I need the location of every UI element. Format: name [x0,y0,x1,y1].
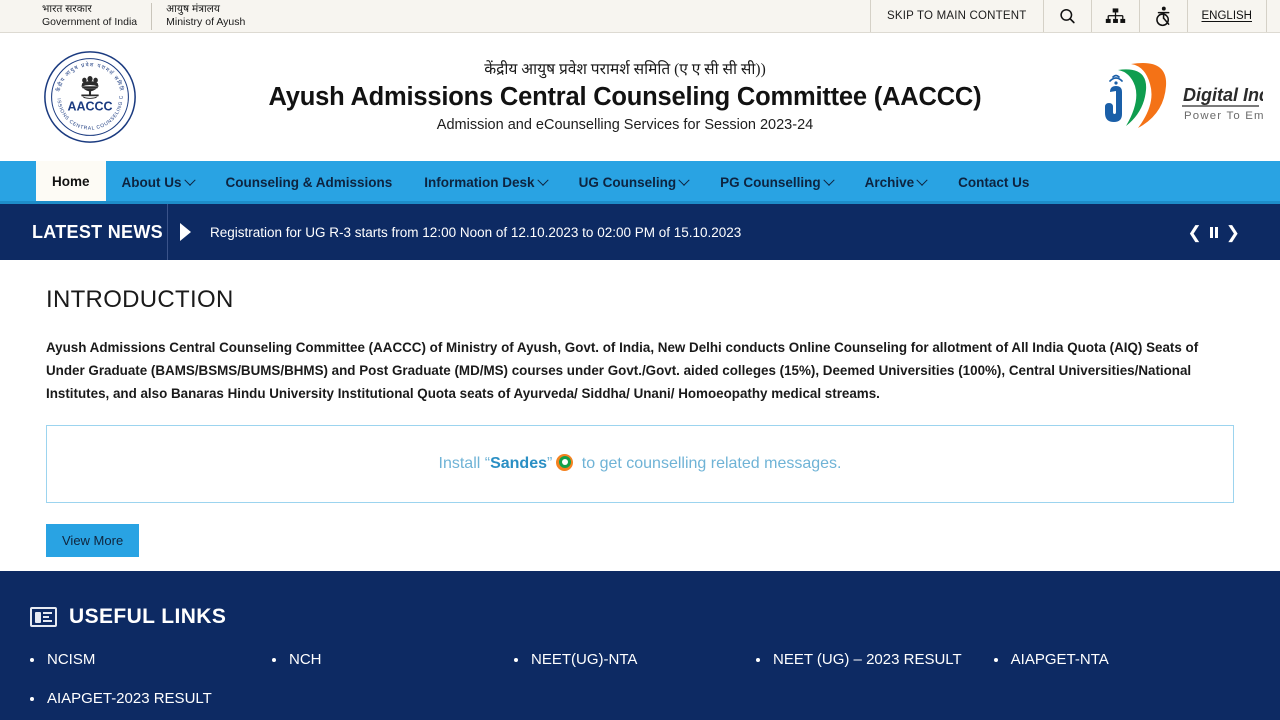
nav-item-information-desk[interactable]: Information Desk [408,164,562,201]
bullet-icon [756,657,760,662]
latest-news-text[interactable]: Registration for UG R-3 starts from 12:0… [202,225,1186,240]
bullet-icon [993,657,998,662]
search-icon [1059,8,1075,23]
nav-item-home[interactable]: Home [36,161,106,201]
sandes-app-icon[interactable] [556,453,574,471]
sandes-prefix: Install “ [438,454,491,472]
digital-india-tagline: Power To Empower [1184,110,1263,122]
footer-link-aiapget-2023-result[interactable]: AIAPGET-2023 RESULT [30,690,212,707]
accessibility-button[interactable] [1138,0,1187,32]
nav-item-information-desk-label: Information Desk [424,175,535,190]
news-arrow-icon [168,223,202,241]
aaccc-logo-text: AACCC [67,99,112,113]
topbar-actions: SKIP TO MAIN CONTENT ENGLISH [870,0,1280,32]
gov-branding-ministry: आयुष मंत्रालय Ministry of Ayush [152,3,259,30]
gov-india-hindi: भारत सरकार [42,2,92,15]
sitemap-button[interactable] [1090,0,1139,32]
nav-item-about-us-label: About Us [121,175,182,190]
skip-to-main-content-label: SKIP TO MAIN CONTENT [887,10,1027,22]
masthead-titles: केंद्रीय आयुष प्रवेश परामर्श समिति (ए ए … [180,57,1070,137]
accessibility-icon [1156,6,1170,26]
sandes-app-name: Sandes [490,454,547,472]
chevron-down-icon [822,174,835,186]
nav-item-home-label: Home [52,173,90,189]
footer-link-aiapget-2023-result-label: AIAPGET-2023 RESULT [47,690,212,707]
footer-link-neet-ug-2023-result[interactable]: NEET (UG) – 2023 RESULT [756,651,962,668]
page-title: Ayush Admissions Central Counseling Comm… [268,82,982,111]
footer-links-row-1: NCISM NCH NEET(UG)-NTA NEET (UG) – 2023 … [30,651,1250,668]
bullet-icon [30,696,34,701]
nav-item-pg-counselling-label: PG Counselling [720,175,821,190]
chevron-down-icon [536,174,549,186]
nav-item-archive[interactable]: Archive [849,164,943,201]
topbar-end-divider [1266,0,1280,32]
bullet-icon [272,657,276,662]
news-next-button[interactable]: ❯ [1224,224,1242,241]
view-more-button[interactable]: View More [46,524,140,558]
footer-useful-links: USEFUL LINKS NCISM NCH NEET(UG)-NTA NEET… [0,571,1280,720]
masthead-subtitle: Admission and eCounselling Services for … [436,117,814,134]
nav-item-ug-counseling-label: UG Counseling [578,175,677,190]
gov-india-english: Government of India [42,16,138,28]
introduction-paragraph: Ayush Admissions Central Counseling Comm… [46,340,1199,402]
search-button[interactable] [1042,0,1091,32]
sandes-promo-text: Install “Sandes” to get counselling rela… [438,450,842,478]
nav-item-contact-us-label: Contact Us [958,175,1030,190]
bullet-icon [514,657,518,662]
footer-link-aiapget-nta[interactable]: AIAPGET-NTA [993,651,1109,668]
main-navigation: Home About Us Counseling & Admissions In… [0,161,1280,204]
footer-links-row-2: AIAPGET-2023 RESULT [30,690,1250,707]
nav-item-ug-counseling[interactable]: UG Counseling [563,164,705,201]
news-pause-button[interactable] [1208,226,1220,238]
sandes-rest-text: to get counselling related messages. [577,454,842,472]
aaccc-logo: केंद्रीय आयुष प्रवेश परामर्श समिति AYUSH… [42,49,136,143]
footer-link-ncism-label: NCISM [47,651,96,668]
news-ticker-controls: ❮ ❯ [1186,224,1280,241]
footer-link-neet-ug-nta[interactable]: NEET(UG)-NTA [514,651,756,668]
footer-title: USEFUL LINKS [69,605,227,628]
digital-india-logo-container[interactable]: Digital India Power To Empower [1070,56,1280,138]
sandes-promo-box: Install “Sandes” to get counselling rela… [46,425,1234,504]
footer-link-neet-ug-2023-result-label: NEET (UG) – 2023 RESULT [773,651,962,668]
site-masthead: केंद्रीय आयुष प्रवेश परामर्श समिति AYUSH… [0,33,1280,161]
news-prev-button[interactable]: ❮ [1186,224,1204,241]
nav-item-about-us[interactable]: About Us [106,164,210,201]
gov-ministry-hindi: आयुष मंत्रालय [166,2,220,15]
footer-link-neet-ug-nta-label: NEET(UG)-NTA [531,651,638,668]
latest-news-label: LATEST NEWS [0,204,168,260]
footer-link-aiapget-nta-label: AIAPGET-NTA [1010,651,1109,668]
aaccc-logo-container[interactable]: केंद्रीय आयुष प्रवेश परामर्श समिति AYUSH… [0,49,180,145]
language-label: ENGLISH [1201,10,1253,22]
id-card-icon [30,607,57,627]
masthead-hindi-title: केंद्रीय आयुष प्रवेश परामर्श समिति (ए ए … [484,60,766,78]
nav-item-contact-us[interactable]: Contact Us [942,164,1045,201]
chevron-down-icon [678,174,690,186]
footer-heading: USEFUL LINKS [30,605,1250,629]
nav-item-archive-label: Archive [864,175,915,190]
section-title-introduction: INTRODUCTION [46,286,234,313]
footer-link-ncism[interactable]: NCISM [30,651,272,668]
chevron-down-icon [916,174,928,186]
nav-item-counseling-admissions-label: Counseling & Admissions [225,175,393,190]
bullet-icon [30,657,34,662]
svg-text:AYUSH ADMISSIONS CENTRAL COUNS: AYUSH ADMISSIONS CENTRAL COUNSELING COMM… [42,49,125,132]
digital-india-logo: Digital India Power To Empower [1104,62,1263,128]
chevron-down-icon [183,174,196,186]
gov-ministry-english: Ministry of Ayush [166,16,246,28]
footer-link-nch[interactable]: NCH [272,651,514,668]
digital-india-title: Digital India [1183,85,1263,105]
sitemap-icon [1105,7,1125,23]
footer-link-nch-label: NCH [289,651,322,668]
sandes-suffix: ” [547,454,553,472]
skip-to-main-content-link[interactable]: SKIP TO MAIN CONTENT [870,0,1042,32]
latest-news-ticker: LATEST NEWS Registration for UG R-3 star… [0,204,1280,260]
top-utility-bar: भारत सरकार Government of India आयुष मंत्… [0,0,1280,33]
language-selector[interactable]: ENGLISH [1186,0,1267,32]
nav-item-pg-counselling[interactable]: PG Counselling [704,164,849,201]
government-branding: भारत सरकार Government of India आयुष मंत्… [0,0,259,32]
main-content: INTRODUCTION Ayush Admissions Central Co… [0,260,1280,558]
gov-branding-india: भारत सरकार Government of India [28,2,153,30]
nav-item-counseling-admissions[interactable]: Counseling & Admissions [210,164,409,201]
